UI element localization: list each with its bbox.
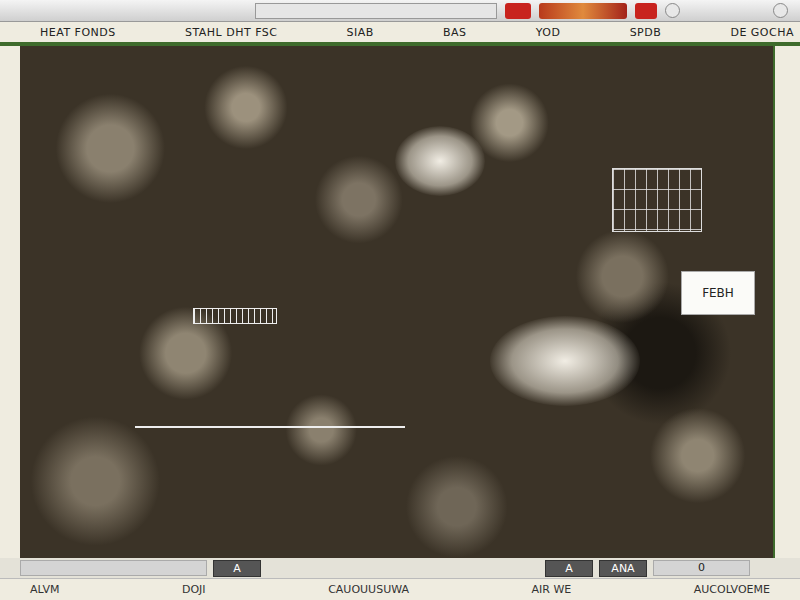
toolbar [0, 0, 800, 22]
map-label[interactable]: FEBH [681, 271, 755, 315]
layers-icon[interactable] [539, 3, 627, 19]
status-text: ALVM [30, 583, 59, 596]
header-label[interactable]: YOD [536, 26, 561, 39]
header-row: HEAT FONDS STAHL DHT FSC SIAB BAS YOD SPDB DE … [0, 22, 800, 46]
status-text: DOJI [182, 583, 206, 596]
record-icon[interactable] [505, 3, 531, 19]
satellite-map[interactable]: FEBH [20, 46, 773, 558]
bottom-button[interactable]: A [545, 560, 593, 577]
status-text: AUCOLVOEME [694, 583, 770, 596]
header-label[interactable]: BAS [443, 26, 467, 39]
map-viewer-window: HEAT FONDS STAHL DHT FSC SIAB BAS YOD SPDB DE … [0, 0, 800, 600]
bottom-button[interactable]: ANA [599, 560, 647, 577]
left-gutter [0, 46, 20, 558]
cloud-patch [490, 316, 640, 406]
main-area: FEBH [0, 46, 800, 558]
bottom-field[interactable] [20, 560, 207, 576]
header-label[interactable]: DE GOCHA [730, 26, 794, 39]
header-label[interactable]: HEAT FONDS [40, 26, 116, 39]
bottom-button[interactable]: A [213, 560, 261, 577]
stop-icon[interactable] [635, 3, 657, 19]
settings-icon[interactable] [665, 3, 680, 18]
grid-overlay[interactable] [612, 168, 702, 232]
header-label[interactable]: SPDB [630, 26, 662, 39]
status-text: AIR WE [532, 583, 572, 596]
status-text: CAUOUUSUWA [328, 583, 409, 596]
right-gutter [773, 46, 800, 558]
scale-bar [193, 308, 277, 324]
cloud-patch [395, 126, 485, 196]
toolbar-field[interactable] [255, 3, 497, 19]
info-icon[interactable] [773, 3, 788, 18]
bottom-toolbar: A A ANA 0 [0, 558, 800, 578]
measure-line [135, 426, 405, 428]
bottom-value-field[interactable]: 0 [653, 560, 750, 576]
header-label[interactable]: STAHL DHT FSC [185, 26, 278, 39]
status-bar: ALVM DOJI CAUOUUSUWA AIR WE AUCOLVOEME [0, 578, 800, 600]
header-label[interactable]: SIAB [347, 26, 374, 39]
